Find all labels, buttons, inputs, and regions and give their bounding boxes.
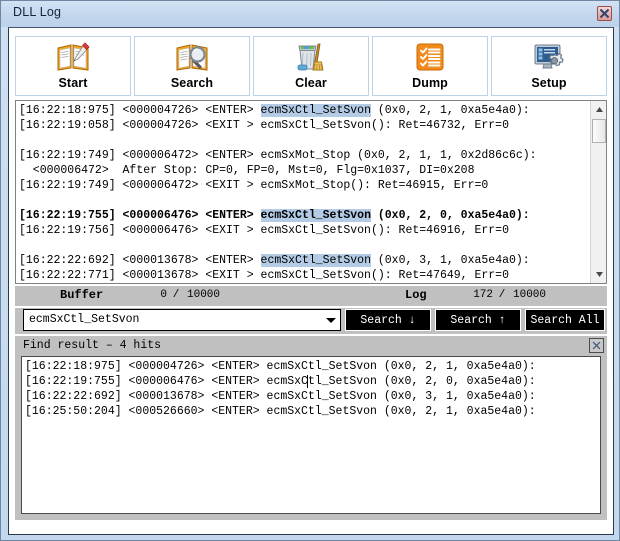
- close-icon: [598, 7, 611, 20]
- scroll-down-button[interactable]: [591, 266, 606, 283]
- monitor-gear-icon: [532, 41, 566, 73]
- close-window-button[interactable]: [597, 6, 612, 21]
- log-line: <000006472> After Stop: CP=0, FP=0, Mst=…: [19, 163, 588, 178]
- log-separator: /: [497, 289, 507, 301]
- search-row: ecmSxCtl_SetSvon Search ↓ Search ↑ Searc…: [15, 308, 607, 334]
- log-current-value: 172: [455, 289, 493, 301]
- log-line: [16:22:19:756] <000006476> <EXIT > ecmSx…: [19, 223, 588, 238]
- title-bar: DLL Log: [1, 1, 619, 27]
- log-line: [16:22:22:692] <000013678> <ENTER> ecmSx…: [19, 253, 588, 268]
- start-button-label: Start: [59, 76, 88, 90]
- find-result-title: Find result – 4 hits: [23, 339, 161, 352]
- buffer-current-value: 0: [133, 289, 167, 301]
- triangle-up-icon: [595, 106, 604, 113]
- find-result-area[interactable]: [16:22:18:975] <000004726> <ENTER> ecmSx…: [21, 356, 601, 514]
- checklist-icon: [414, 41, 446, 73]
- log-match-highlight: ecmSxCtl_SetSvon: [261, 254, 371, 267]
- search-up-button[interactable]: Search ↑: [435, 309, 521, 331]
- search-button-label: Search: [171, 76, 213, 90]
- scroll-up-button[interactable]: [591, 101, 606, 118]
- log-max-value: 10000: [513, 289, 567, 301]
- dll-log-window: DLL Log: [0, 0, 620, 541]
- log-output-area[interactable]: [16:22:18:975] <000004726> <ENTER> ecmSx…: [16, 101, 606, 283]
- buffer-separator: /: [171, 289, 181, 301]
- trash-broom-icon: [294, 41, 328, 73]
- setup-button-label: Setup: [531, 76, 566, 90]
- log-label: Log: [405, 288, 427, 302]
- find-result-line[interactable]: [16:22:19:755] <000006476> <ENTER> ecmSx…: [25, 374, 598, 389]
- clear-button-label: Clear: [295, 76, 327, 90]
- log-line: [19, 133, 588, 148]
- search-all-button[interactable]: Search All: [525, 309, 605, 331]
- log-match-highlight: ecmSxCtl_SetSvon: [261, 209, 371, 222]
- dump-button-label: Dump: [412, 76, 448, 90]
- log-line: [16:22:19:749] <000006472> <EXIT > ecmSx…: [19, 178, 588, 193]
- search-query-combobox[interactable]: ecmSxCtl_SetSvon: [23, 309, 341, 331]
- triangle-down-icon: [595, 271, 604, 278]
- clear-button[interactable]: Clear: [253, 36, 369, 96]
- find-result-line[interactable]: [16:22:18:975] <000004726> <ENTER> ecmSx…: [25, 359, 598, 374]
- close-icon: [591, 340, 602, 351]
- find-result-close-button[interactable]: [589, 338, 604, 353]
- search-button[interactable]: Search: [134, 36, 250, 96]
- dump-button[interactable]: Dump: [372, 36, 488, 96]
- log-output-panel: [16:22:18:975] <000004726> <ENTER> ecmSx…: [15, 100, 607, 284]
- buffer-max-value: 10000: [187, 289, 241, 301]
- buffer-label: Buffer: [60, 288, 103, 302]
- log-line: [19, 193, 588, 208]
- log-line: [19, 238, 588, 253]
- log-line: [16:22:19:749] <000006472> <ENTER> ecmSx…: [19, 148, 588, 163]
- status-row: Buffer 0 / 10000 Log 172 / 10000: [15, 286, 607, 306]
- book-magnifier-icon: [175, 41, 209, 73]
- log-vertical-scrollbar[interactable]: [590, 101, 606, 283]
- log-line: [16:22:18:975] <000004726> <ENTER> ecmSx…: [19, 103, 588, 118]
- client-area: Start: [8, 27, 614, 535]
- setup-button[interactable]: Setup: [491, 36, 607, 96]
- book-pencil-icon: [56, 41, 90, 73]
- find-result-header: Find result – 4 hits: [15, 336, 607, 356]
- log-match-highlight: ecmSxCtl_SetSvon: [261, 104, 371, 117]
- find-result-content: [16:22:18:975] <000004726> <ENTER> ecmSx…: [25, 359, 598, 419]
- log-line: [16:22:22:771] <000013678> <EXIT > ecmSx…: [19, 268, 588, 283]
- start-button[interactable]: Start: [15, 36, 131, 96]
- find-result-line[interactable]: [16:25:50:204] <000526660> <ENTER> ecmSx…: [25, 404, 598, 419]
- search-down-button[interactable]: Search ↓: [345, 309, 431, 331]
- window-title: DLL Log: [13, 5, 61, 19]
- text-caret: [307, 375, 308, 388]
- log-line: [16:22:19:058] <000004726> <EXIT > ecmSx…: [19, 118, 588, 133]
- log-line: [16:22:19:755] <000006476> <ENTER> ecmSx…: [19, 208, 588, 223]
- search-query-value: ecmSxCtl_SetSvon: [29, 313, 139, 326]
- toolbar: Start: [9, 28, 613, 98]
- log-text-content: [16:22:18:975] <000004726> <ENTER> ecmSx…: [19, 103, 588, 283]
- find-result-line[interactable]: [16:22:22:692] <000013678> <ENTER> ecmSx…: [25, 389, 598, 404]
- find-result-panel: [16:22:18:975] <000004726> <ENTER> ecmSx…: [15, 356, 607, 520]
- chevron-down-icon[interactable]: [326, 318, 336, 323]
- scroll-thumb[interactable]: [592, 119, 606, 143]
